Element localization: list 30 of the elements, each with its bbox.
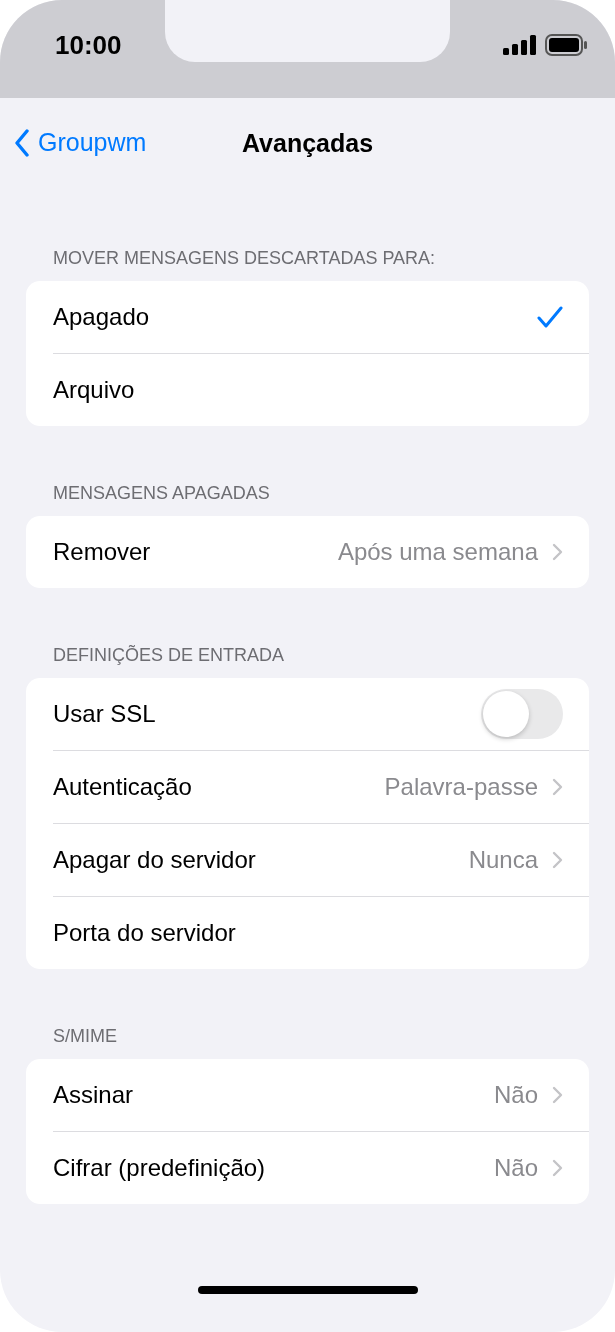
chevron-icon xyxy=(552,851,563,869)
setting-label[interactable]: Usar SSL xyxy=(53,700,481,728)
setting-label[interactable]: Remover xyxy=(53,538,338,566)
section-header: MENSAGENS APAGADAS xyxy=(52,482,271,505)
option-label[interactable]: Apagado xyxy=(53,303,537,331)
nav-title: Avançadas xyxy=(241,129,374,158)
chevron-left-icon xyxy=(14,128,30,157)
status-time: 10:00 xyxy=(55,29,122,61)
setting-label[interactable]: Porta do servidor xyxy=(53,919,563,947)
signal-icon xyxy=(503,35,537,55)
section-header: MOVER MENSAGENS DESCARTADAS PARA: xyxy=(52,247,437,270)
setting-value: Palavra-passe xyxy=(384,773,538,801)
back-button[interactable]: Groupwm xyxy=(14,128,147,157)
battery-icon xyxy=(545,34,587,56)
section-header: S/MIME xyxy=(52,1025,118,1048)
section-header: DEFINIÇÕES DE ENTRADA xyxy=(52,644,286,667)
setting-value: Não xyxy=(493,1081,538,1109)
setting-value: Nunca xyxy=(468,846,538,874)
chevron-icon xyxy=(552,1159,563,1177)
option-label[interactable]: Arquivo xyxy=(53,376,563,404)
setting-label[interactable]: Apagar do servidor xyxy=(53,846,469,874)
toggle-switch[interactable] xyxy=(481,689,563,739)
setting-value: Após uma semana xyxy=(337,538,538,566)
setting-value: Não xyxy=(493,1154,538,1182)
setting-label[interactable]: Autenticação xyxy=(53,773,385,801)
setting-label[interactable]: Assinar xyxy=(53,1081,494,1109)
chevron-icon xyxy=(552,1086,563,1104)
setting-label[interactable]: Cifrar (predefinição) xyxy=(53,1154,494,1182)
chevron-icon xyxy=(552,543,563,561)
chevron-icon xyxy=(552,778,563,796)
